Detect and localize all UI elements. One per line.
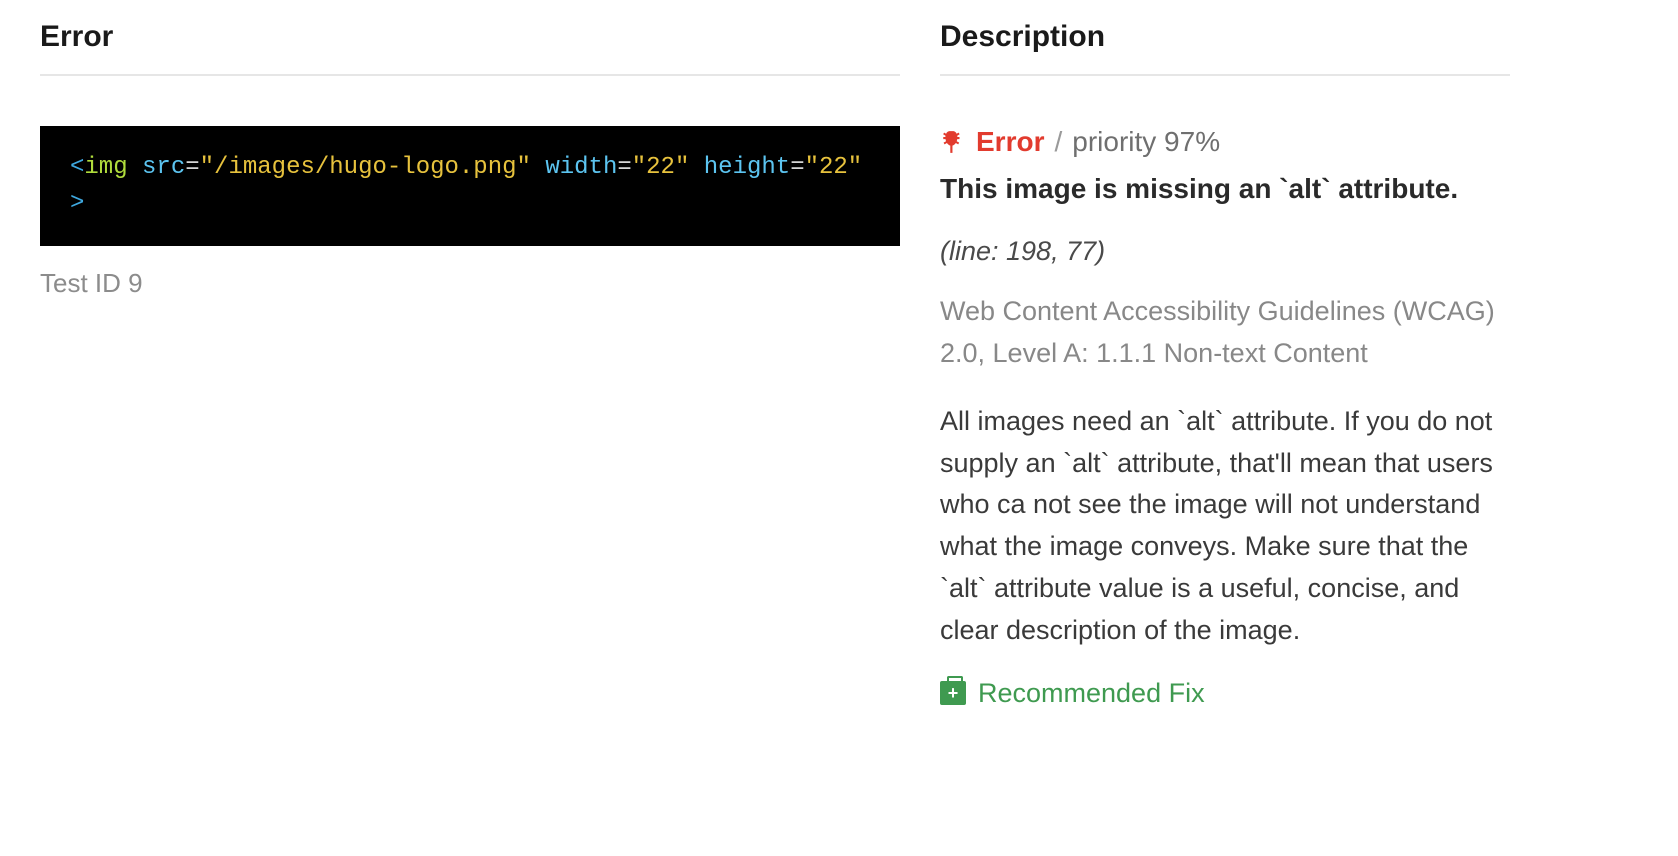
- status-error-label: Error: [976, 126, 1044, 158]
- column-header-error: Error: [40, 20, 900, 76]
- error-title: This image is missing an `alt` attribute…: [940, 168, 1510, 210]
- token-equals: =: [790, 154, 804, 181]
- token-space: [531, 154, 545, 181]
- token-attr-width: width: [545, 154, 617, 181]
- token-string-height: "22": [805, 154, 863, 181]
- status-line: Error / priority 97%: [940, 126, 1510, 158]
- token-string-width: "22": [632, 154, 690, 181]
- token-space: [128, 154, 142, 181]
- error-explanation: All images need an `alt` attribute. If y…: [940, 401, 1510, 652]
- token-tag: img: [84, 154, 127, 181]
- bug-icon: [940, 129, 966, 155]
- wcag-reference: Web Content Accessibility Guidelines (WC…: [940, 291, 1510, 375]
- token-attr-src: src: [142, 154, 185, 181]
- code-snippet: <img src="/images/hugo-logo.png" width="…: [40, 126, 900, 246]
- test-id-label: Test ID 9: [40, 268, 900, 299]
- token-string-src: "/images/hugo-logo.png": [200, 154, 531, 181]
- token-space: [689, 154, 703, 181]
- token-equals: =: [617, 154, 631, 181]
- token-attr-height: height: [704, 154, 790, 181]
- status-priority: priority 97%: [1072, 126, 1220, 158]
- token-angle-open: <: [70, 154, 84, 181]
- column-header-description: Description: [940, 20, 1510, 76]
- line-info: (line: 198, 77): [940, 236, 1510, 267]
- recommended-fix-link[interactable]: Recommended Fix: [978, 678, 1205, 709]
- medkit-icon: [940, 681, 966, 705]
- status-separator: /: [1054, 126, 1062, 158]
- token-equals: =: [185, 154, 199, 181]
